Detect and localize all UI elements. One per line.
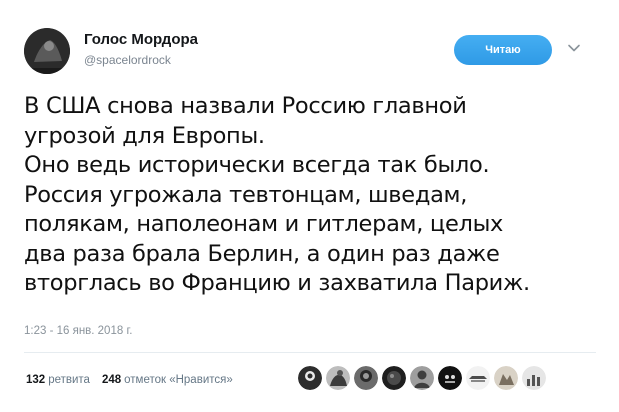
likes-count: 248 (101, 374, 122, 386)
tweet-line: угрозой для Европы. (24, 122, 265, 149)
tweet-line: Россия угрожала тевтонцам, шведам, (24, 181, 468, 208)
liker-avatar-7[interactable] (466, 366, 490, 390)
tweet-timestamp[interactable]: 1:23 - 16 янв. 2018 г. (24, 325, 132, 337)
author-name[interactable]: Голос Мордора (84, 31, 198, 48)
tweet-line: Оно ведь исторически всегда так было. (24, 152, 490, 178)
tweet-line: два раза брала Берлин, а один раз даже (24, 240, 500, 267)
tweet-line: В США снова назвали Россию главной (24, 93, 467, 119)
author-handle[interactable]: @spacelordrock (84, 53, 171, 67)
following-button[interactable]: Читаю (454, 35, 552, 65)
liker-avatar-5[interactable] (410, 366, 434, 390)
tweet-text: В США снова назвали Россию главной угроз… (24, 92, 604, 299)
liker-avatar-2[interactable] (326, 366, 350, 390)
chevron-down-icon[interactable] (567, 41, 581, 55)
likes-label: отметок «Нравится» (124, 374, 233, 386)
retweets-count: 132 (26, 374, 46, 386)
likes-stat[interactable]: 248 отметок «Нравится» (102, 374, 233, 386)
tweet-line: полякам, наполеонам и гитлерам, целых (24, 211, 504, 237)
retweets-stat[interactable]: 132 ретвита (26, 374, 90, 386)
tweet-stats: 132 ретвита 248 отметок «Нравится» (26, 374, 233, 386)
liker-avatar-3[interactable] (354, 366, 378, 390)
divider (24, 352, 596, 353)
liker-avatar-8[interactable] (494, 366, 518, 390)
liker-avatar-4[interactable] (382, 366, 406, 390)
liker-avatars (298, 366, 546, 392)
liker-avatar-6[interactable] (438, 366, 462, 390)
retweets-label: ретвита (48, 374, 90, 386)
author-avatar[interactable] (24, 28, 70, 74)
liker-avatar-1[interactable] (298, 366, 322, 390)
liker-avatar-9[interactable] (522, 366, 546, 390)
tweet-line: вторглась во Францию и захватила Париж. (24, 270, 530, 296)
